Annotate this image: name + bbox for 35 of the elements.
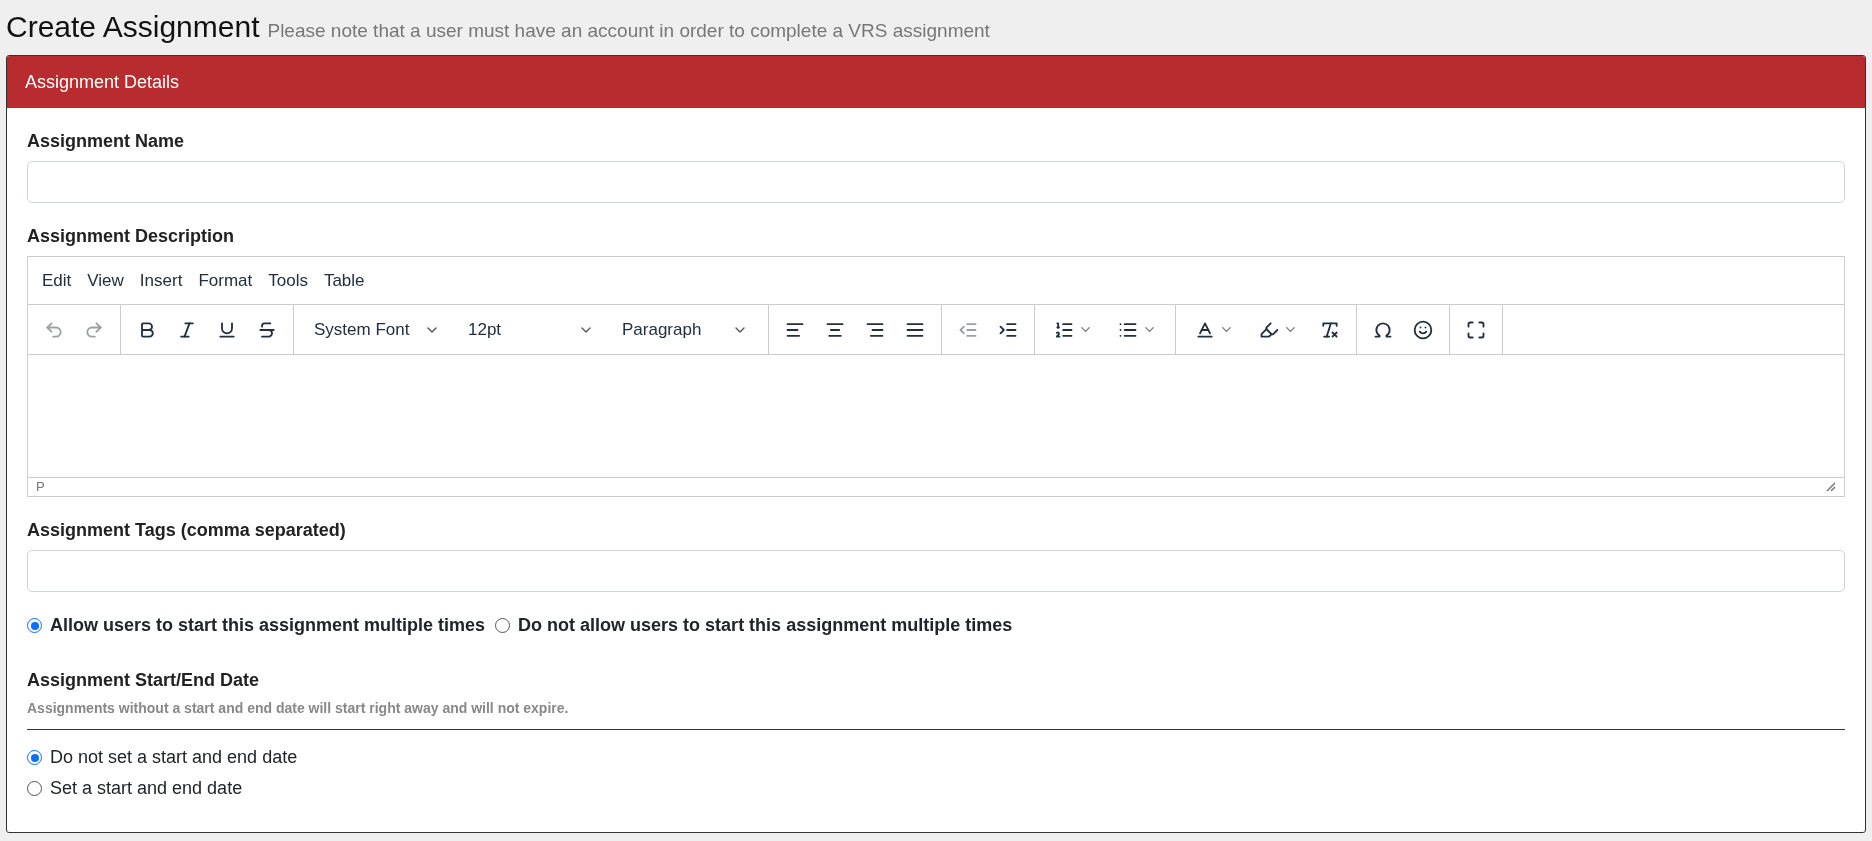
menu-item[interactable]: Table [317,264,371,297]
redo-icon [84,319,104,340]
smiley-icon [1413,319,1433,340]
page-note: Please note that a user must have an account in order to complete a VRS assignment [267,19,990,43]
field-label: Assignment Tags (comma separated) [27,519,347,542]
menu-item[interactable]: Format [192,264,259,297]
resize-handle-icon [1826,482,1836,492]
field-label: Assignment Name [27,130,186,153]
radio-label: Allow users to start this assignment multiple times [50,614,486,637]
strikethrough-icon [257,319,277,340]
clear-formatting-icon [1320,319,1340,340]
field-label: Assignment Start/End Date [27,669,261,692]
input-field[interactable] [27,161,1845,203]
highlighter-icon [1258,319,1279,340]
menu-item[interactable]: Edit [36,264,78,297]
toolbar-dropdown[interactable]: System Font [302,312,452,347]
radio-label: Do not allow users to start this assignment multiple times [518,614,1013,637]
text-color-icon [1194,319,1215,340]
menu-item[interactable]: View [81,264,130,297]
radio-label: Set a start and end date [50,777,243,800]
input-field[interactable] [27,550,1845,592]
page-title: Create Assignment [6,9,260,45]
radio-label: Do not set a start and end date [50,746,298,769]
toolbar-dropdown[interactable]: 12pt [456,312,606,347]
undo-icon [44,319,64,340]
numbered-list-icon [1053,319,1074,340]
italic-icon [177,319,197,340]
panel-header: Assignment Details [7,56,1865,108]
field-hint: Assignments without a start and end date will start right away and will not expire. [27,699,570,718]
field-label: Assignment Description [27,225,236,248]
toolbar-dropdown[interactable]: Paragraph [610,312,760,347]
menu-item[interactable]: Insert [133,264,189,297]
element-path: P [36,478,45,497]
fullscreen-icon [1466,319,1486,340]
menu-item[interactable]: Tools [262,264,314,297]
